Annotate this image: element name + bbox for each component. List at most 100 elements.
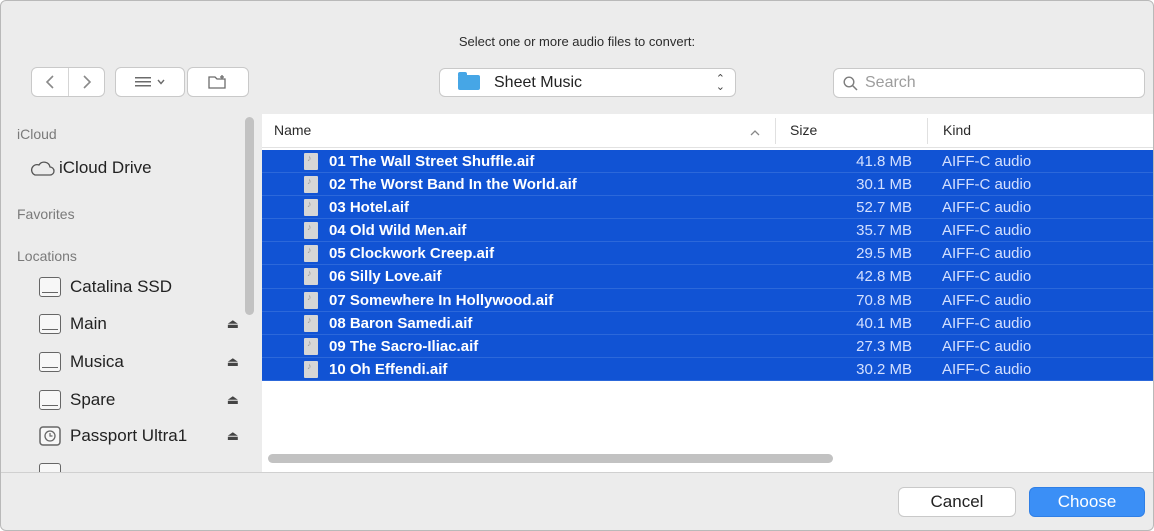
search-input[interactable]	[865, 74, 1125, 92]
table-row[interactable]: 03 Hotel.aif 52.7 MB AIFF-C audio	[262, 196, 1153, 220]
disk-icon	[39, 463, 61, 472]
folder-icon	[458, 72, 480, 90]
audio-file-icon	[304, 222, 318, 240]
sidebar-item-icloud-drive[interactable]: iCloud Drive	[31, 155, 245, 181]
list-view-icon	[135, 77, 151, 87]
sidebar-item-label: Musica	[70, 352, 124, 371]
sort-ascending-icon	[750, 124, 760, 140]
file-size: 52.7 MB	[856, 199, 912, 217]
dialog-prompt: Select one or more audio files to conver…	[458, 34, 696, 49]
sidebar-item-label: Catalina SSD	[70, 277, 173, 296]
file-name: 06 Silly Love.aif	[329, 268, 442, 286]
file-kind: AIFF-C audio	[942, 337, 1032, 355]
file-kind: AIFF-C audio	[942, 199, 1032, 217]
file-name: 07 Somewhere In Hollywood.aif	[329, 291, 554, 309]
file-size: 30.1 MB	[856, 176, 912, 194]
disk-icon	[39, 277, 61, 297]
table-row[interactable]: 05 Clockwork Creep.aif 29.5 MB AIFF-C audi…	[262, 242, 1153, 266]
table-row[interactable]: 09 The Sacro-Iliac.aif 27.3 MB AIFF-C audi…	[262, 334, 1153, 358]
file-kind: AIFF-C audio	[942, 153, 1032, 170]
updown-chevron-icon: ⌃ ⌄	[715, 72, 725, 93]
audio-file-icon	[304, 176, 318, 194]
file-kind: AIFF-C audio	[942, 268, 1032, 286]
chevron-left-icon	[45, 75, 54, 89]
file-size: 42.8 MB	[856, 268, 912, 286]
chevron-right-icon	[82, 75, 91, 89]
column-header-kind[interactable]: Kind	[943, 122, 971, 138]
audio-file-icon	[304, 245, 318, 263]
file-name: 02 The Worst Band In the World.aif	[329, 176, 577, 194]
column-header-size[interactable]: Size	[790, 122, 817, 138]
sidebar-item-label: Main	[70, 314, 107, 333]
timemachine-disk-icon	[39, 426, 61, 446]
audio-file-icon	[304, 199, 318, 217]
file-kind: AIFF-C audio	[942, 222, 1032, 240]
sidebar-item-main[interactable]: Main ⏏	[39, 311, 245, 337]
sidebar-header-favorites: Favorites	[17, 206, 75, 222]
column-header-name[interactable]: Name	[274, 122, 311, 138]
location-popup[interactable]: Sheet Music ⌃ ⌄	[439, 68, 736, 97]
eject-icon[interactable]: ⏏	[227, 428, 239, 444]
audio-file-icon	[304, 268, 318, 286]
sidebar-item-spare[interactable]: Spare ⏏	[39, 387, 245, 413]
location-name: Sheet Music	[494, 73, 583, 91]
file-rows: 01 The Wall Street Shuffle.aif 41.8 MB AIF…	[262, 150, 1153, 381]
file-size: 27.3 MB	[856, 337, 912, 355]
file-size: 30.2 MB	[856, 360, 912, 378]
file-size: 40.1 MB	[856, 314, 912, 332]
column-header: Name Size Kind	[262, 114, 1153, 148]
file-kind: AIFF-C audio	[942, 245, 1032, 263]
audio-file-icon	[304, 153, 318, 170]
eject-icon[interactable]: ⏏	[227, 354, 239, 370]
choose-button[interactable]: Choose	[1029, 487, 1145, 517]
back-button[interactable]	[32, 68, 68, 96]
file-name: 09 The Sacro-Iliac.aif	[329, 337, 479, 355]
search-icon	[843, 75, 858, 91]
table-row[interactable]: 02 The Worst Band In the World.aif 30.1 M…	[262, 173, 1153, 197]
file-name: 10 Oh Effendi.aif	[329, 360, 448, 378]
disk-icon	[39, 314, 61, 334]
file-kind: AIFF-C audio	[942, 176, 1032, 194]
table-row[interactable]: 10 Oh Effendi.aif 30.2 MB AIFF-C audio	[262, 357, 1153, 381]
open-file-dialog: Select one or more audio files to conver…	[0, 0, 1154, 531]
audio-file-icon	[304, 337, 318, 355]
file-size: 70.8 MB	[856, 291, 912, 309]
sidebar-item-cutoff	[39, 460, 245, 472]
eject-icon[interactable]: ⏏	[227, 392, 239, 408]
view-options-button[interactable]	[115, 67, 185, 97]
file-name: 05 Clockwork Creep.aif	[329, 245, 495, 263]
sidebar-item-passport-ultra1[interactable]: Passport Ultra1 ⏏	[39, 423, 245, 449]
horizontal-scrollbar[interactable]	[268, 454, 833, 463]
sidebar: iCloud iCloud Drive Favorites Locations …	[11, 114, 261, 472]
disk-icon	[39, 352, 61, 372]
sidebar-item-label: Passport Ultra1	[70, 426, 188, 445]
file-kind: AIFF-C audio	[942, 360, 1032, 378]
sidebar-scrollbar[interactable]	[245, 117, 254, 315]
sidebar-header-icloud: iCloud	[17, 126, 57, 142]
sidebar-item-catalina-ssd[interactable]: Catalina SSD	[39, 274, 245, 300]
sidebar-item-label: iCloud Drive	[59, 158, 152, 177]
audio-file-icon	[304, 291, 318, 309]
table-row[interactable]: 08 Baron Samedi.aif 40.1 MB AIFF-C audio	[262, 311, 1153, 335]
file-size: 35.7 MB	[856, 222, 912, 240]
dialog-footer: Cancel Choose	[1, 472, 1153, 530]
search-field[interactable]	[833, 68, 1145, 98]
audio-file-icon	[304, 314, 318, 332]
new-folder-icon	[208, 75, 226, 89]
table-row[interactable]: 01 The Wall Street Shuffle.aif 41.8 MB AIF…	[262, 150, 1153, 174]
cancel-button[interactable]: Cancel	[898, 487, 1016, 517]
file-list: Name Size Kind 01 The Wall Street Shuffl…	[262, 114, 1153, 472]
sidebar-item-musica[interactable]: Musica ⏏	[39, 349, 245, 375]
forward-button[interactable]	[68, 68, 104, 96]
column-divider	[775, 118, 776, 144]
table-row[interactable]: 04 Old Wild Men.aif 35.7 MB AIFF-C audio	[262, 219, 1153, 243]
cloud-icon	[31, 161, 55, 176]
file-name: 01 The Wall Street Shuffle.aif	[329, 153, 535, 170]
table-row[interactable]: 07 Somewhere In Hollywood.aif 70.8 MB AIFF…	[262, 288, 1153, 312]
eject-icon[interactable]: ⏏	[227, 316, 239, 332]
file-name: 03 Hotel.aif	[329, 199, 410, 217]
table-row[interactable]: 06 Silly Love.aif 42.8 MB AIFF-C audio	[262, 265, 1153, 289]
file-name: 08 Baron Samedi.aif	[329, 314, 473, 332]
new-folder-button[interactable]	[187, 67, 249, 97]
file-kind: AIFF-C audio	[942, 314, 1032, 332]
